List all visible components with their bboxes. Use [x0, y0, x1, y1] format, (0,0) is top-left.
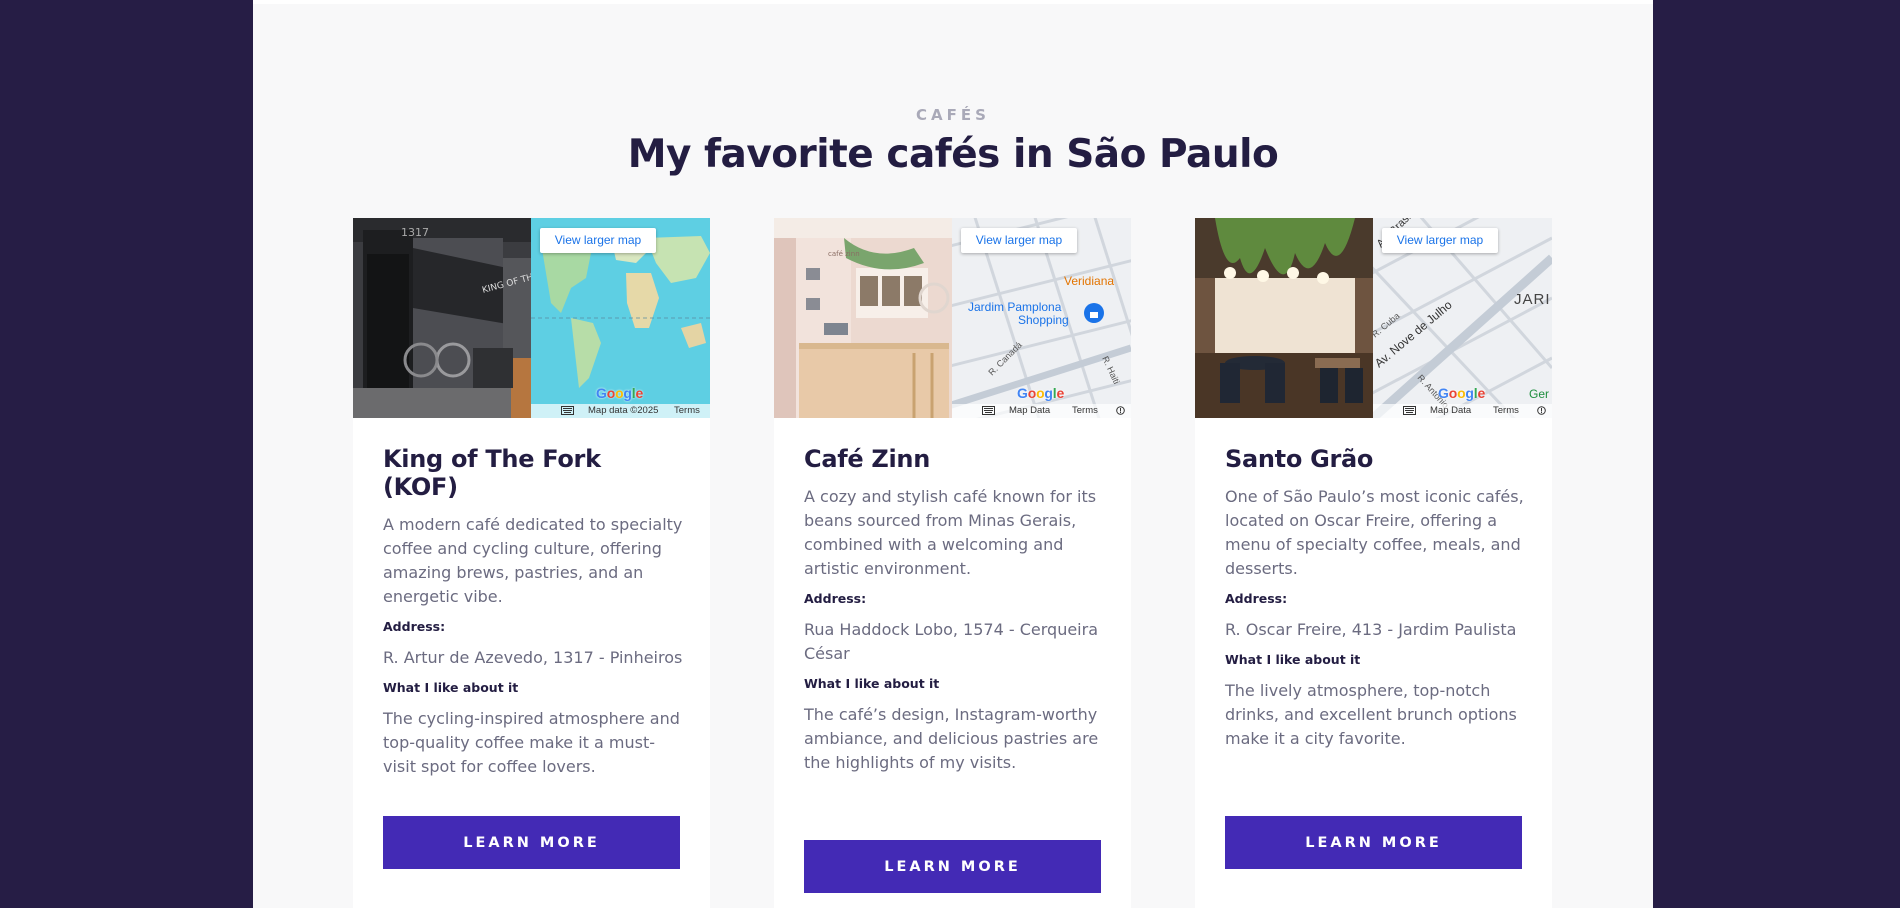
map-attribution-bar: Map Data Terms: [1373, 404, 1552, 418]
map-data-label: Map Data: [1430, 405, 1472, 416]
address-label: Address:: [804, 591, 867, 606]
address-label: Address:: [1225, 591, 1288, 606]
map-attribution-bar: Map Data Terms: [952, 404, 1131, 418]
like-label: What I like about it: [1225, 652, 1361, 667]
map-district-label: JARI: [1514, 291, 1551, 308]
cafe-description: A modern café dedicated to specialty cof…: [383, 515, 683, 606]
like-label: What I like about it: [804, 676, 940, 691]
map-terms-link[interactable]: Terms: [1493, 404, 1519, 418]
map-data-label: Map Data: [1009, 405, 1051, 416]
google-logo: Google: [1017, 385, 1065, 401]
keyboard-icon[interactable]: [561, 406, 574, 415]
cafe-address: Rua Haddock Lobo, 1574 - Cerqueira César: [804, 620, 1098, 663]
learn-more-button[interactable]: LEARN MORE: [1225, 816, 1522, 869]
map-embed-kof[interactable]: View larger map Google Map data ©2025 Te…: [531, 218, 710, 418]
map-park-label: Ger: [1529, 387, 1549, 401]
map-embed-zinn[interactable]: Veridiana Jardim Pamplona Shopping R. Can…: [952, 218, 1131, 418]
cafe-media: 1317 KING OF THE FORK View larger map: [353, 218, 710, 418]
cafe-photo-kof: 1317 KING OF THE FORK: [353, 218, 531, 418]
map-attribution-bar: Map data ©2025 Terms: [531, 404, 710, 418]
cafe-card-body: King of The Fork (KOF) A modern café ded…: [383, 445, 683, 779]
cafe-like-text: The café’s design, Instagram-worthy ambi…: [804, 705, 1099, 772]
google-logo: Google: [596, 385, 644, 401]
cafe-photo-zinn: café zinn: [774, 218, 952, 418]
section-top-divider: [253, 0, 1653, 4]
cafe-like-text: The cycling-inspired atmosphere and top-…: [383, 709, 680, 776]
cafe-media: Av. Brasil R. Cuba Av. Nove de Julho R. …: [1195, 218, 1552, 418]
learn-more-button[interactable]: LEARN MORE: [804, 840, 1101, 893]
report-issue-icon[interactable]: [1116, 406, 1125, 415]
map-street-label: Veridiana: [1064, 274, 1114, 288]
cafes-section: CAFÉS My favorite cafés in São Paulo 131…: [253, 0, 1653, 908]
cafe-title: Café Zinn: [804, 445, 930, 473]
section-heading: My favorite cafés in São Paulo: [627, 132, 1279, 177]
cafe-title: King of The Fork (KOF): [383, 445, 601, 501]
cafe-card-kof: 1317 KING OF THE FORK View larger map: [353, 218, 710, 908]
learn-more-button[interactable]: LEARN MORE: [383, 816, 680, 869]
google-logo: Google: [1438, 385, 1486, 401]
cafe-card-zinn: café zinn Veridiana Jardim Pamplona Shop…: [774, 218, 1131, 908]
keyboard-icon[interactable]: [982, 406, 995, 415]
cafe-card-santo-grao: Av. Brasil R. Cuba Av. Nove de Julho R. …: [1195, 218, 1552, 908]
cafe-description: One of São Paulo’s most iconic cafés, lo…: [1225, 487, 1524, 578]
cafe-media: café zinn Veridiana Jardim Pamplona Shop…: [774, 218, 1131, 418]
report-issue-icon[interactable]: [1537, 406, 1546, 415]
map-embed-santo-grao[interactable]: Av. Brasil R. Cuba Av. Nove de Julho R. …: [1373, 218, 1552, 418]
keyboard-icon[interactable]: [1403, 406, 1416, 415]
cafe-card-body: Santo Grão One of São Paulo’s most iconi…: [1225, 445, 1525, 751]
map-data-label: Map data ©2025: [588, 405, 659, 416]
map-terms-link[interactable]: Terms: [1072, 404, 1098, 418]
address-label: Address:: [383, 619, 446, 634]
map-terms-link[interactable]: Terms: [674, 404, 700, 418]
photo-sign: café zinn: [828, 250, 860, 258]
view-larger-map-link[interactable]: View larger map: [540, 228, 656, 253]
cafe-address: R. Oscar Freire, 413 - Jardim Paulista: [1225, 620, 1517, 639]
cafe-description: A cozy and stylish café known for its be…: [804, 487, 1097, 578]
section-eyebrow: CAFÉS: [916, 106, 990, 124]
view-larger-map-link[interactable]: View larger map: [961, 228, 1077, 253]
cafe-card-body: Café Zinn A cozy and stylish café known …: [804, 445, 1104, 775]
cafe-photo-santo-grao: [1195, 218, 1373, 418]
cafe-title: Santo Grão: [1225, 445, 1374, 473]
cafe-address: R. Artur de Azevedo, 1317 - Pinheiros: [383, 648, 683, 667]
photo-sign: 1317: [401, 226, 429, 239]
view-larger-map-link[interactable]: View larger map: [1382, 228, 1498, 253]
cafe-like-text: The lively atmosphere, top-notch drinks,…: [1225, 681, 1517, 748]
like-label: What I like about it: [383, 680, 519, 695]
